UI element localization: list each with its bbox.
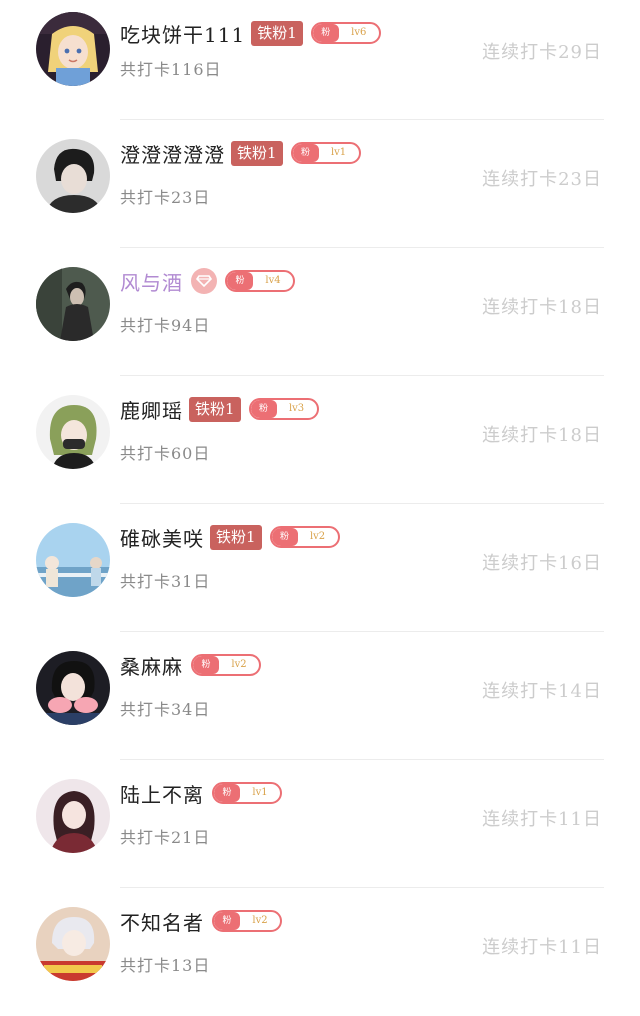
avatar[interactable]: [36, 395, 110, 469]
total-checkin: 共打卡116日: [120, 60, 222, 79]
streak-checkin: 连续打卡16日: [482, 553, 602, 574]
tie-fan-badge: 铁粉1: [231, 140, 283, 166]
level-text: lv1: [252, 787, 268, 798]
name-line: 陆上不离 粉 lv1: [120, 778, 282, 808]
user-name[interactable]: 风与酒: [120, 267, 183, 296]
total-checkin: 共打卡13日: [120, 956, 211, 975]
avatar[interactable]: [36, 267, 110, 341]
list-item[interactable]: 桑麻麻 粉 lv2 共打卡34日 连续打卡14日: [0, 632, 640, 760]
streak-checkin: 连续打卡14日: [482, 681, 602, 702]
total-checkin: 共打卡94日: [120, 316, 211, 335]
fan-level-badge: 粉 lv6: [310, 22, 381, 44]
fan-level-badge: 粉 lv1: [212, 782, 282, 804]
avatar[interactable]: [36, 779, 110, 853]
fan-label: 粉: [214, 784, 240, 802]
avatar[interactable]: [36, 907, 110, 981]
level-text: lv6: [351, 27, 367, 38]
streak-checkin: 连续打卡29日: [482, 42, 602, 63]
fan-label: 粉: [271, 528, 298, 546]
fan-level-badge: 粉 lv3: [248, 398, 319, 420]
user-name[interactable]: 吃块饼干111: [120, 19, 245, 48]
avatar[interactable]: [36, 12, 110, 86]
name-line: 鹿卿瑶 铁粉1 粉 lv3: [120, 394, 319, 424]
avatar[interactable]: [36, 139, 110, 213]
avatar[interactable]: [36, 651, 110, 725]
list-item[interactable]: 鹿卿瑶 铁粉1 粉 lv3 共打卡60日 连续打卡18日: [0, 376, 640, 504]
name-line: 风与酒 粉 lv4: [120, 266, 295, 296]
fan-label: 粉: [193, 656, 219, 674]
user-name[interactable]: 陆上不离: [120, 779, 204, 808]
level-text: lv4: [265, 275, 281, 286]
fan-label: 粉: [227, 272, 253, 290]
fan-label: 粉: [312, 24, 339, 42]
user-name[interactable]: 不知名者: [120, 907, 204, 936]
total-checkin: 共打卡60日: [120, 444, 211, 463]
total-checkin: 共打卡23日: [120, 188, 211, 207]
level-text: lv3: [288, 403, 305, 414]
tie-fan-badge: 铁粉1: [210, 524, 262, 550]
tie-fan-badge: 铁粉1: [189, 396, 241, 422]
list-item[interactable]: 碓砯美咲 铁粉1 粉 lv2 共打卡31日 连续打卡16日: [0, 504, 640, 632]
name-line: 不知名者 粉 lv2: [120, 906, 282, 936]
level-text: lv2: [231, 659, 247, 670]
streak-checkin: 连续打卡23日: [482, 169, 602, 190]
fan-level-badge: 粉 lv2: [212, 910, 282, 932]
total-checkin: 共打卡21日: [120, 828, 211, 847]
list-item[interactable]: 澄澄澄澄澄 铁粉1 粉 lv1 共打卡23日 连续打卡23日: [0, 120, 640, 248]
total-checkin: 共打卡34日: [120, 700, 211, 719]
streak-checkin: 连续打卡18日: [482, 297, 602, 318]
streak-checkin: 连续打卡18日: [482, 425, 602, 446]
fan-label: 粉: [250, 400, 277, 418]
level-text: lv1: [330, 147, 347, 158]
name-line: 吃块饼干111 铁粉1 粉 lv6: [120, 18, 381, 48]
user-name[interactable]: 澄澄澄澄澄: [120, 139, 225, 168]
checkin-ranking-list: 吃块饼干111 铁粉1 粉 lv6 共打卡116日 连续打卡29日 澄澄澄澄澄 …: [0, 0, 640, 994]
tie-fan-badge: 铁粉1: [251, 20, 303, 46]
user-name[interactable]: 碓砯美咲: [120, 523, 204, 552]
diamond-icon: [191, 268, 217, 294]
fan-level-badge: 粉 lv2: [269, 526, 340, 548]
fan-label: 粉: [214, 912, 240, 930]
list-item[interactable]: 陆上不离 粉 lv1 共打卡21日 连续打卡11日: [0, 760, 640, 888]
level-text: lv2: [309, 531, 326, 542]
fan-level-badge: 粉 lv2: [191, 654, 261, 676]
name-line: 碓砯美咲 铁粉1 粉 lv2: [120, 522, 340, 552]
list-item[interactable]: 不知名者 粉 lv2 共打卡13日 连续打卡11日: [0, 888, 640, 1016]
fan-level-badge: 粉 lv4: [225, 270, 295, 292]
name-line: 澄澄澄澄澄 铁粉1 粉 lv1: [120, 138, 361, 168]
fan-level-badge: 粉 lv1: [290, 142, 361, 164]
level-text: lv2: [252, 915, 268, 926]
streak-checkin: 连续打卡11日: [482, 937, 602, 958]
user-name[interactable]: 鹿卿瑶: [120, 395, 183, 424]
user-name[interactable]: 桑麻麻: [120, 651, 183, 680]
name-line: 桑麻麻 粉 lv2: [120, 650, 261, 680]
list-item[interactable]: 风与酒 粉 lv4 共打卡94日 连续打卡18日: [0, 248, 640, 376]
total-checkin: 共打卡31日: [120, 572, 211, 591]
streak-checkin: 连续打卡11日: [482, 809, 602, 830]
fan-label: 粉: [292, 144, 319, 162]
list-item[interactable]: 吃块饼干111 铁粉1 粉 lv6 共打卡116日 连续打卡29日: [0, 0, 640, 120]
avatar[interactable]: [36, 523, 110, 597]
